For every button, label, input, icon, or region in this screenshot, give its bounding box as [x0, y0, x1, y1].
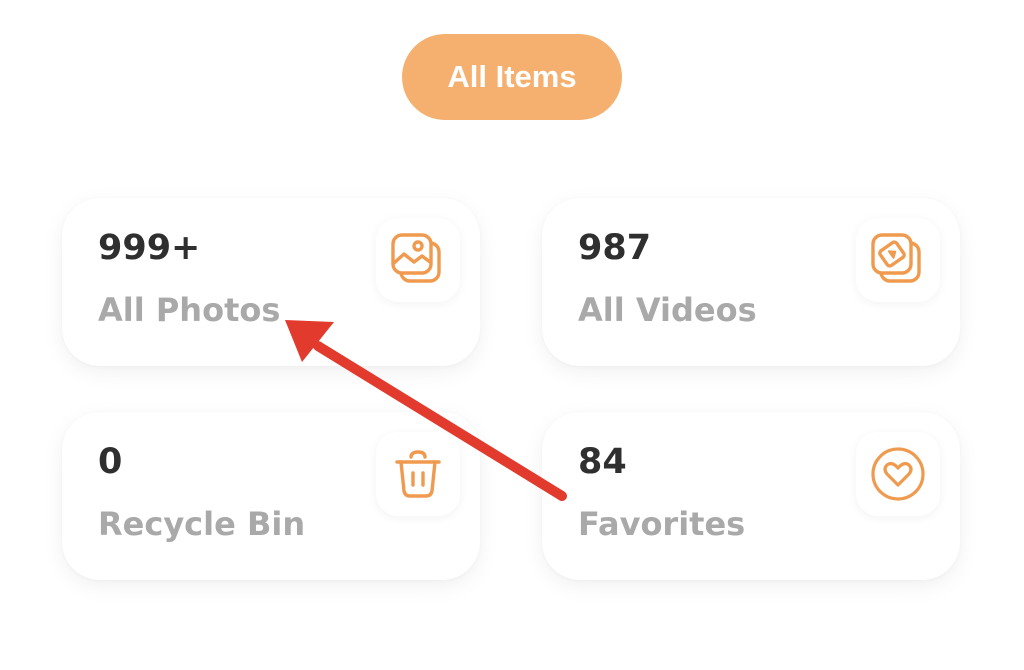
favorites-label: Favorites: [578, 505, 746, 543]
videos-icon: [871, 233, 921, 283]
favorites-count: 84: [578, 442, 627, 482]
favorites-card[interactable]: 84 Favorites: [542, 412, 960, 580]
all-videos-card[interactable]: 987 All Videos: [542, 198, 960, 366]
recycle-bin-label: Recycle Bin: [98, 505, 306, 543]
all-photos-count: 999+: [98, 228, 201, 268]
heart-icon: [871, 447, 925, 501]
all-items-button[interactable]: All Items: [402, 34, 622, 120]
recycle-bin-count: 0: [98, 442, 123, 482]
album-overview: All Items 999+ All Photos 987 All Videos: [0, 0, 1024, 670]
photos-icon-box: [376, 218, 460, 302]
all-videos-count: 987: [578, 228, 652, 268]
videos-icon-box: [856, 218, 940, 302]
all-photos-card[interactable]: 999+ All Photos: [62, 198, 480, 366]
all-photos-label: All Photos: [98, 291, 281, 329]
trash-icon-box: [376, 432, 460, 516]
trash-icon: [395, 450, 441, 498]
recycle-bin-card[interactable]: 0 Recycle Bin: [62, 412, 480, 580]
heart-icon-box: [856, 432, 940, 516]
all-videos-label: All Videos: [578, 291, 757, 329]
photos-icon: [391, 233, 441, 283]
